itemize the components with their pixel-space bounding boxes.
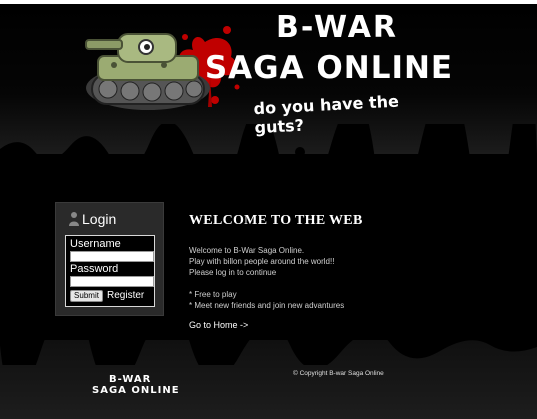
logo-title: B-WAR [275,10,399,45]
intro-line: Please log in to continue [189,268,277,277]
submit-button[interactable]: Submit [70,290,103,302]
login-form: Username Password Submit Register [65,235,155,307]
login-title: Login [82,211,117,227]
username-input[interactable] [70,251,154,262]
feature-item: * Free to play [189,290,237,299]
intro-line: Welcome to B-War Saga Online. [189,246,305,255]
footer-logo-subtitle: SAGA ONLINE [92,385,180,396]
copyright-text: © Copyright B-war Saga Online [293,370,384,377]
register-link[interactable]: Register [107,290,144,301]
person-icon [69,212,79,226]
home-link[interactable]: Go to Home -> [189,320,248,330]
password-input[interactable] [70,276,154,287]
page-title: WELCOME TO THE WEB [189,213,363,228]
tank-icon [85,33,210,110]
intro-line: Play with billon people around the world… [189,257,335,266]
welcome-text: Welcome to B-War Saga Online. Play with … [189,245,334,278]
login-header: Login [68,210,116,228]
password-label: Password [70,263,119,275]
feature-item: * Meet new friends and join new advantur… [189,301,345,310]
username-label: Username [70,238,121,250]
logo-subtitle: SAGA ONLINE [204,50,454,86]
footer-logo-title: B-WAR [109,374,152,385]
login-panel: Login Username Password Submit Register [55,202,164,316]
feature-list: * Free to play * Meet new friends and jo… [189,289,344,311]
footer-grunge-edge [0,335,537,365]
